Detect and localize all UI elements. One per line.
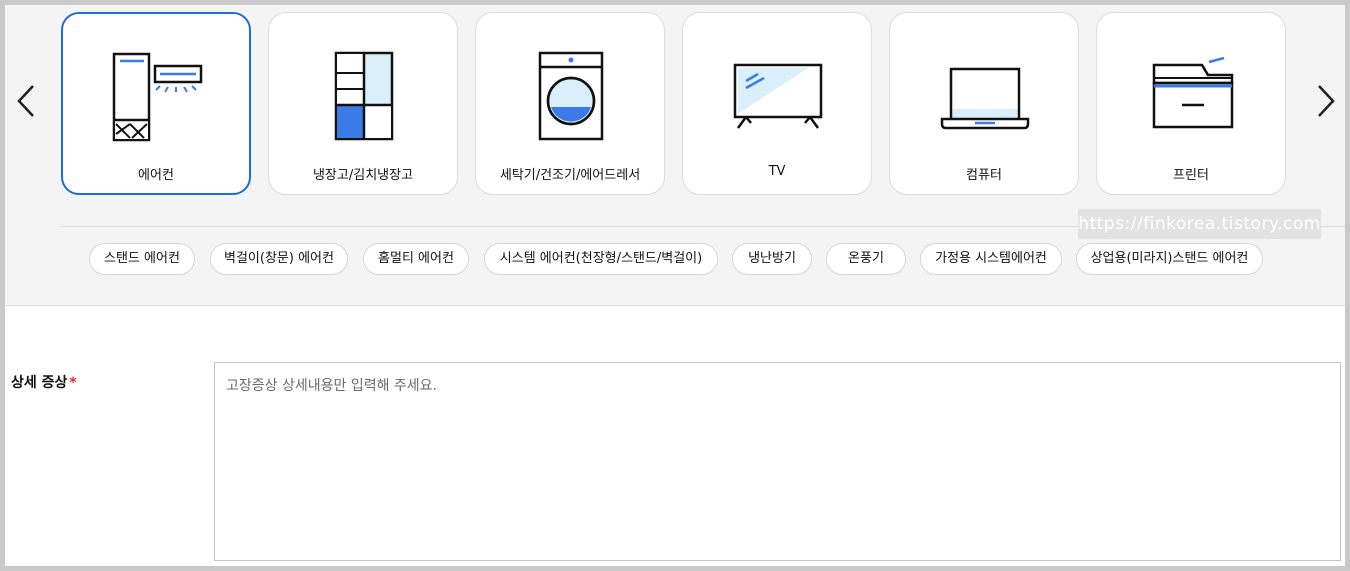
category-card-computer[interactable]: 컴퓨터 xyxy=(889,12,1079,195)
prev-arrow[interactable] xyxy=(11,83,41,119)
refrigerator-icon xyxy=(314,43,414,143)
category-card-air-conditioner[interactable]: 에어컨 xyxy=(61,12,251,195)
printer-icon xyxy=(1142,43,1242,143)
symptom-label: 상세 증상 * xyxy=(11,372,77,392)
category-card-tv[interactable]: TV xyxy=(682,12,872,195)
chip-commercial-stand-aircon[interactable]: 상업용(미라지)스탠드 에어컨 xyxy=(1076,243,1263,275)
chip-home-system-aircon[interactable]: 가정용 시스템에어컨 xyxy=(920,243,1062,275)
chip-cooling-heating[interactable]: 냉난방기 xyxy=(732,243,812,275)
chip-heater[interactable]: 온풍기 xyxy=(826,243,906,275)
category-label: 컴퓨터 xyxy=(966,168,1002,183)
chip-wall-aircon[interactable]: 벽걸이(창문) 에어컨 xyxy=(210,243,348,275)
chevron-left-icon xyxy=(17,85,34,117)
category-card-refrigerator[interactable]: 냉장고/김치냉장고 xyxy=(268,12,458,195)
symptom-textarea[interactable]: 고장증상 상세내용만 입력해 주세요. xyxy=(214,362,1341,561)
chip-system-aircon[interactable]: 시스템 에어컨(천장형/스탠드/벽걸이) xyxy=(484,243,718,275)
next-arrow[interactable] xyxy=(1311,83,1341,119)
chip-multi-aircon[interactable]: 홈멀티 에어컨 xyxy=(363,243,469,275)
tv-icon xyxy=(728,43,828,143)
laptop-icon xyxy=(935,43,1035,143)
category-card-washing-machine[interactable]: 세탁기/건조기/에어드레서 xyxy=(475,12,665,195)
category-label: TV xyxy=(768,164,786,179)
chevron-right-icon xyxy=(1318,85,1335,117)
chip-stand-aircon[interactable]: 스탠드 에어컨 xyxy=(89,243,195,275)
category-card-printer[interactable]: 프린터 xyxy=(1096,12,1286,195)
category-label: 프린터 xyxy=(1173,168,1209,183)
required-mark: * xyxy=(69,375,77,391)
category-selector: 에어컨 냉장고/김치냉장고 세탁기/건조기/에어드레서 TV 컴퓨터 프린터 h… xyxy=(5,5,1345,306)
symptom-placeholder: 고장증상 상세내용만 입력해 주세요. xyxy=(226,378,437,394)
page-frame: 에어컨 냉장고/김치냉장고 세탁기/건조기/에어드레서 TV 컴퓨터 프린터 h… xyxy=(5,5,1345,566)
category-label: 세탁기/건조기/에어드레서 xyxy=(499,168,641,183)
watermark: https://finkorea.tistory.com xyxy=(1078,209,1321,239)
category-label: 냉장고/김치냉장고 xyxy=(312,168,414,183)
air-conditioner-icon xyxy=(108,44,208,144)
category-label: 에어컨 xyxy=(138,168,174,183)
symptom-label-text: 상세 증상 xyxy=(11,375,68,391)
washing-machine-icon xyxy=(521,43,621,143)
